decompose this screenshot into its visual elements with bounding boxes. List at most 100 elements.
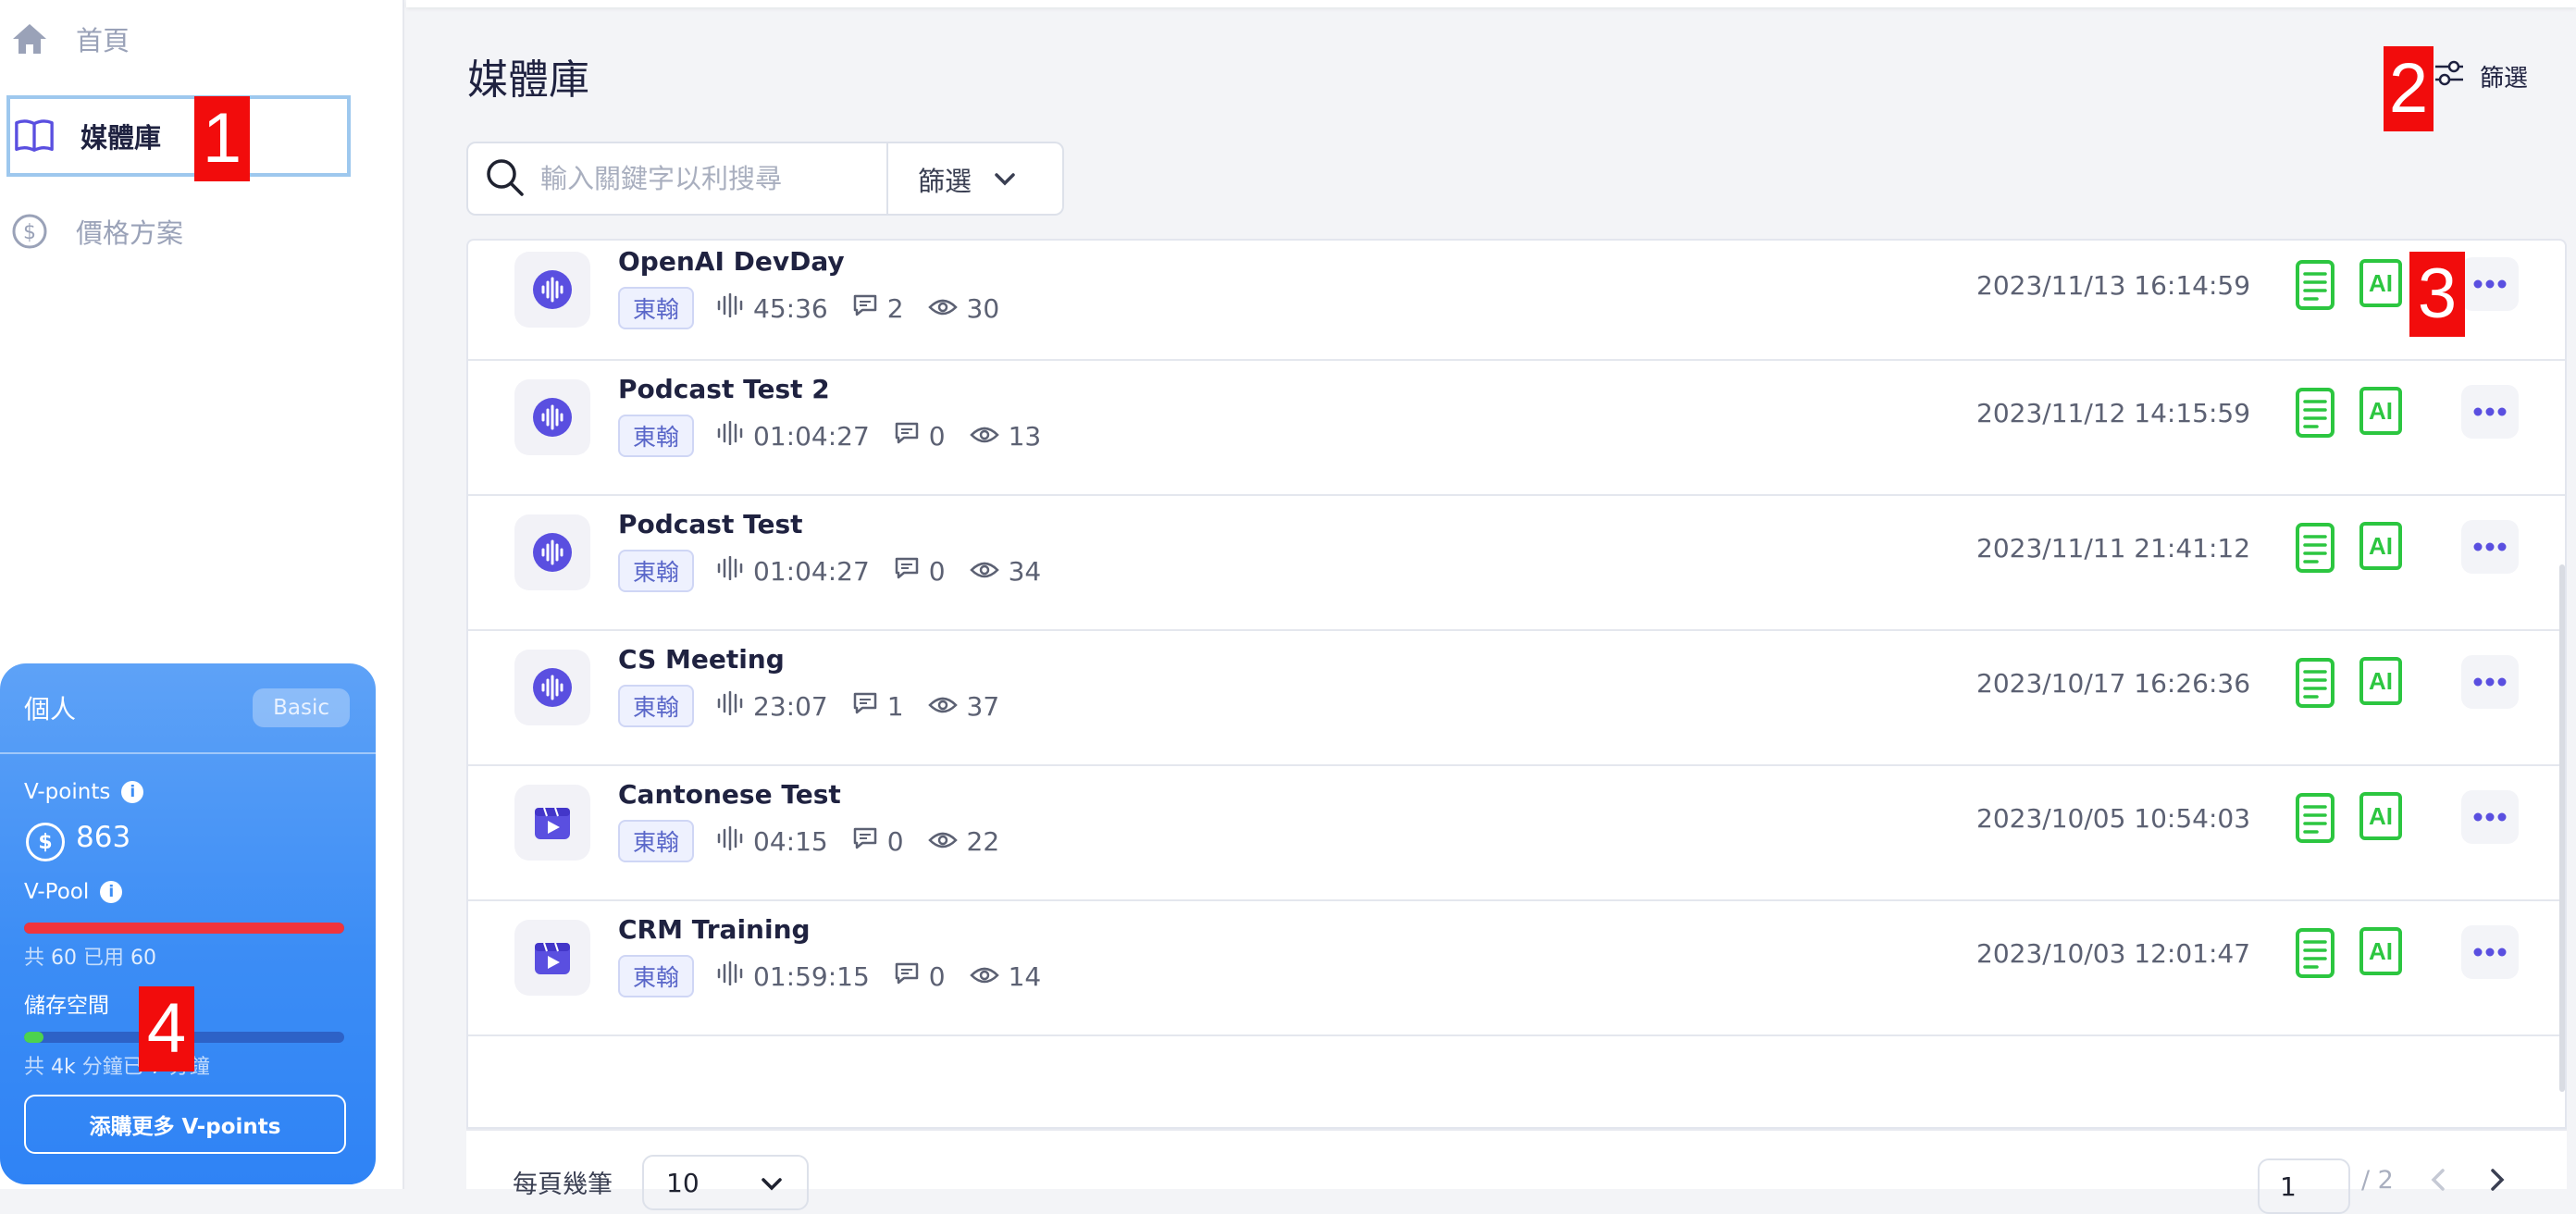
view-count: 30 [927,293,999,324]
media-meta: 東翰 01:59:15 0 14 [618,955,1065,997]
more-options-button[interactable] [2461,257,2519,311]
ai-summary-icon[interactable]: AI [2359,927,2402,975]
page-input[interactable]: 1 [2258,1158,2350,1214]
more-options-button[interactable] [2461,790,2519,844]
audio-file-icon [514,514,590,590]
more-options-button[interactable] [2461,385,2519,439]
video-file-icon [514,920,590,996]
sidebar-item-home[interactable]: 首頁 [9,0,130,78]
sidebar-item-label: 媒體庫 [80,122,162,154]
annotation-badge-3: 3 [2409,252,2465,337]
waveform-icon [716,555,753,587]
media-title[interactable]: Podcast Test [618,509,803,539]
comment-icon [852,293,887,324]
sidebar-item-label: 價格方案 [76,217,184,249]
per-page-value: 10 [666,1167,700,1198]
transcript-icon[interactable] [2295,792,2335,848]
transcript-icon[interactable] [2295,657,2335,712]
chevron-right-icon[interactable] [2489,1168,2506,1192]
plan-badge: Basic [253,688,350,727]
more-options-button[interactable] [2461,655,2519,709]
media-row[interactable]: Cantonese Test 東翰 04:15 0 22 2023/10/05 10:54… [468,766,2565,901]
search-icon [485,157,527,200]
coin-icon: $ [26,823,65,861]
account-card-header: 個人 Basic [0,663,376,754]
info-icon[interactable]: i [121,781,144,803]
vpool-usage-text: 共 60 已用 60 [24,947,157,970]
transcript-icon[interactable] [2295,259,2335,315]
speaker-tag[interactable]: 東翰 [618,415,695,457]
media-meta: 東翰 01:04:27 0 34 [618,550,1065,592]
speaker-tag[interactable]: 東翰 [618,287,695,329]
media-row[interactable]: CRM Training 東翰 01:59:15 0 14 2023/10/03 12:0… [468,901,2565,1036]
media-meta: 東翰 01:04:27 0 13 [618,415,1065,457]
speaker-tag[interactable]: 東翰 [618,685,695,727]
ai-summary-icon[interactable]: AI [2359,792,2402,840]
filter-dropdown-label: 篩選 [918,166,972,197]
chevron-down-icon [995,173,1015,186]
waveform-icon [716,960,753,992]
search-bar: 篩選 [466,142,1064,216]
sliders-icon [2434,57,2465,95]
scrollbar[interactable] [2559,564,2565,1092]
media-title[interactable]: OpenAI DevDay [618,246,845,277]
more-options-button[interactable] [2461,520,2519,574]
chevron-left-icon[interactable] [2430,1168,2446,1192]
per-page-select[interactable]: 10 [642,1155,809,1210]
media-row[interactable]: CS Meeting 東翰 23:07 1 37 2023/10/17 16:26:36 A… [468,631,2565,766]
speaker-tag[interactable]: 東翰 [618,550,695,592]
comment-count: 2 [852,293,904,324]
media-title[interactable]: Podcast Test 2 [618,374,830,404]
filter-dropdown[interactable]: 篩選 [918,160,1016,199]
view-count: 14 [969,961,1041,992]
pagination-footer: 每頁幾筆 10 1 / 2 [466,1129,2567,1214]
info-icon[interactable]: i [100,881,123,903]
duration: 23:07 [716,690,828,722]
media-row[interactable]: OpenAI DevDay 東翰 45:36 2 30 2023/11/13 16:14:… [468,241,2565,361]
media-meta: 東翰 23:07 1 37 [618,685,1023,727]
transcript-icon[interactable] [2295,522,2335,577]
comment-icon [894,421,929,452]
vpool-label: V-Pool i [24,880,123,904]
search-input[interactable] [540,163,864,194]
book-icon [14,116,55,156]
media-list: OpenAI DevDay 東翰 45:36 2 30 2023/11/13 16:14:… [466,239,2567,1129]
media-title[interactable]: CS Meeting [618,644,785,675]
more-options-button[interactable] [2461,925,2519,979]
transcript-icon[interactable] [2295,927,2335,983]
media-row[interactable]: Podcast Test 2 東翰 01:04:27 0 13 2023/11/12 14… [468,361,2565,496]
eye-icon [969,421,1009,452]
media-date: 2023/10/03 12:01:47 [1976,938,2251,969]
eye-icon [927,293,967,324]
ai-summary-icon[interactable]: AI [2359,259,2402,307]
sidebar-item-pricing[interactable]: $ 價格方案 [9,192,183,270]
annotation-badge-4: 4 [139,986,194,1072]
sidebar: 首頁 媒體庫 1 $ 價格方案 個人 Basic V-points i $ 86… [0,0,404,1189]
speaker-tag[interactable]: 東翰 [618,820,695,862]
media-title[interactable]: Cantonese Test [618,779,841,810]
audio-file-icon [514,252,590,328]
vpoints-value: 863 [76,821,131,854]
ai-summary-icon[interactable]: AI [2359,387,2402,435]
comment-count: 0 [894,961,946,992]
comment-icon [894,556,929,587]
buy-vpoints-button[interactable]: 添購更多 V-points [24,1095,346,1154]
media-row[interactable]: Podcast Test 東翰 01:04:27 0 34 2023/11/11 21:4… [468,496,2565,631]
speaker-tag[interactable]: 東翰 [618,955,695,997]
filter-button[interactable]: 篩選 [2434,57,2528,95]
page-title: 媒體庫 [467,56,589,104]
ai-summary-icon[interactable]: AI [2359,657,2402,705]
home-icon [9,19,50,59]
transcript-icon[interactable] [2295,387,2335,442]
account-card: 個人 Basic V-points i $ 863 V-Pool i 共 60 … [0,663,376,1184]
media-meta: 東翰 45:36 2 30 [618,287,1023,329]
sidebar-item-media-library[interactable]: 媒體庫 [6,95,351,177]
comment-icon [894,961,929,992]
media-title[interactable]: CRM Training [618,914,811,945]
view-count: 22 [927,826,999,857]
waveform-icon [716,292,753,324]
comment-count: 0 [894,556,946,587]
comment-count: 0 [852,826,904,857]
ai-summary-icon[interactable]: AI [2359,522,2402,570]
comment-icon [852,826,887,857]
